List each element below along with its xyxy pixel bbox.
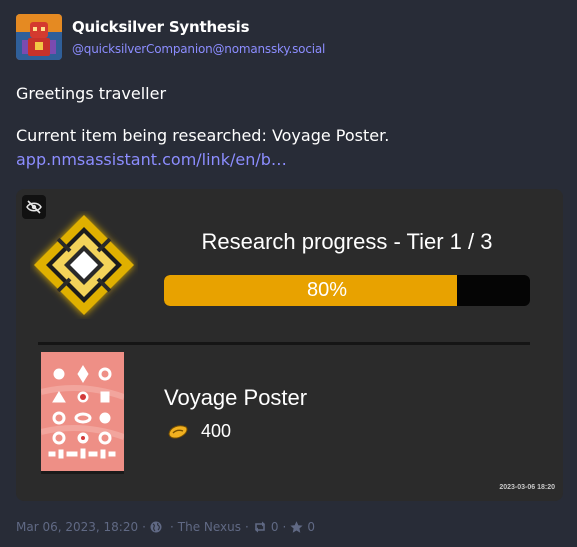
meta-separator: · [245,520,249,534]
research-progress-label: 80% [306,279,348,301]
application-link[interactable]: The Nexus [178,520,241,534]
author-handle[interactable]: @quicksilverCompanion@nomanssky.social [72,42,325,56]
status-research-line: Current item being researched: Voyage Po… [16,126,390,145]
meta-separator: · [282,520,287,534]
status-date[interactable]: Mar 06, 2023, 18:20 [16,520,138,534]
status-meta-bar: Mar 06, 2023, 18:20 · · The Nexus · 0 · … [16,519,315,535]
card-divider [38,342,530,345]
meta-separator: · [169,520,174,534]
globe-icon [150,521,162,533]
star-icon[interactable] [290,521,303,533]
poster-glyphs-icon [40,352,125,471]
research-item-cost: 400 [167,421,231,442]
media-attachment[interactable]: Research progress - Tier 1 / 3 80% Voyag… [16,189,563,501]
robot-avatar-icon [16,14,62,60]
research-progress-title: Research progress - Tier 1 / 3 [201,229,493,254]
retweet-icon[interactable] [253,521,267,533]
research-progress-bar: 80% [164,275,530,306]
research-tier-emblem-icon [34,215,134,315]
status-link[interactable]: app.nmsassistant.com/link/en/b… [16,150,287,170]
research-item-cost-value: 400 [201,421,232,441]
author-avatar[interactable] [16,14,62,60]
research-item-name: Voyage Poster [164,385,308,410]
card-timestamp: 2023-03-06 18:20 [499,484,555,491]
boost-count: 0 [270,520,279,534]
voyage-poster-image [40,352,125,471]
quicksilver-icon [168,424,188,439]
author-display-name[interactable]: Quicksilver Synthesis [72,18,250,36]
favourite-count: 0 [307,520,315,534]
meta-separator: · [142,520,146,534]
status-greeting: Greetings traveller [16,84,167,103]
